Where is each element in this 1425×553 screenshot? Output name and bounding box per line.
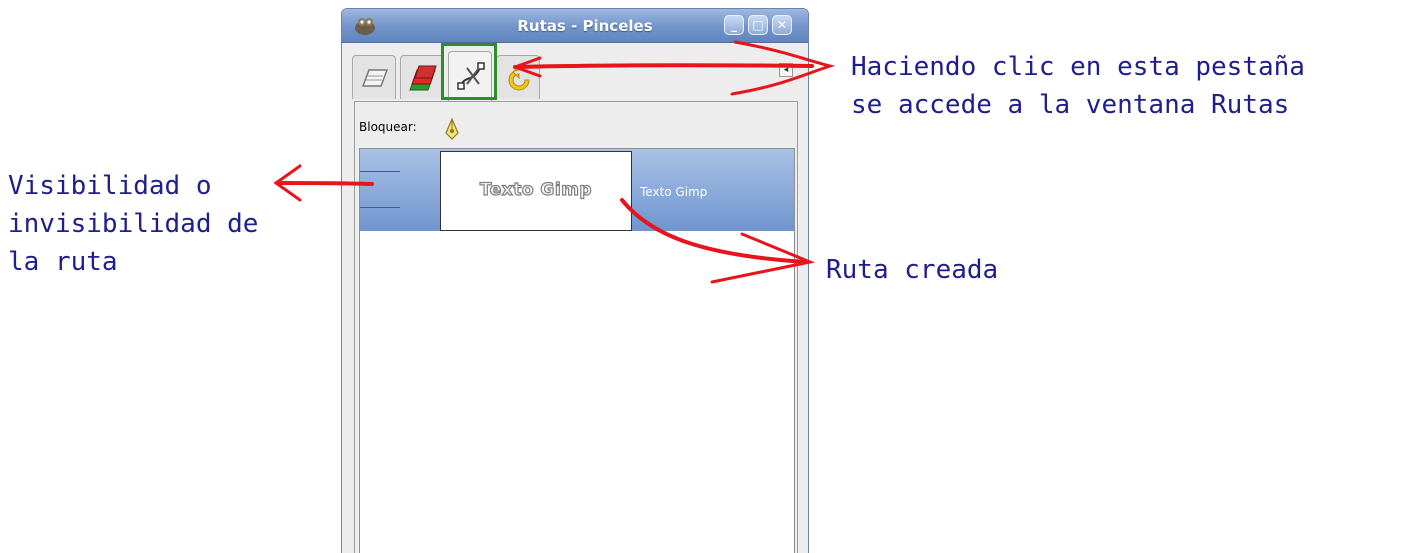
arrow-to-paths-tab xyxy=(513,40,836,96)
tab-annotation-line1: Haciendo clic en esta pestaña xyxy=(851,52,1305,82)
created-path-annotation: Ruta creada xyxy=(826,255,999,285)
visibility-annotation-line1: Visibilidad o xyxy=(8,171,212,201)
visibility-annotation-line3: la ruta xyxy=(8,247,118,277)
tab-annotation: Haciendo clic en esta pestaña se accede … xyxy=(851,48,1305,124)
tab-annotation-line2: se accede a la ventana Rutas xyxy=(851,90,1290,120)
visibility-annotation: Visibilidad o invisibilidad de la ruta xyxy=(8,167,258,281)
arrow-to-created-path xyxy=(620,198,816,284)
visibility-annotation-line2: invisibilidad de xyxy=(8,209,259,239)
arrow-to-visibility-toggle xyxy=(273,164,374,202)
